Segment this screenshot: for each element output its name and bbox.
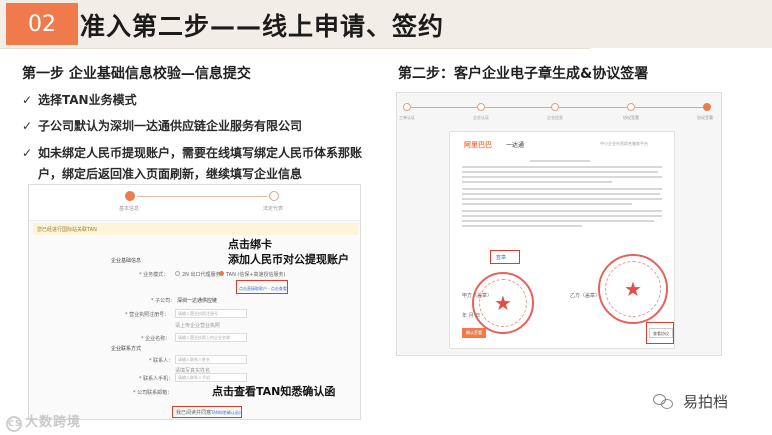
doc-text-line <box>462 203 632 205</box>
reg-no-hint: 请上传企业营业执照 <box>175 323 221 329</box>
watermark-left: CS 大数跨境 <box>6 415 82 432</box>
agreement-document: 阿里巴巴 一达通 中小企业外贸综合服务平台 签章 ★ ★ 甲方（盖章） 乙方（盖… <box>449 131 675 349</box>
notice-banner: 您已经进行国际站关联TAN <box>33 223 358 235</box>
watermark-right: 易拍档 <box>651 388 761 414</box>
signing-step-dot-5 <box>703 103 711 111</box>
mode-option-tan[interactable]: TAN (信保+高速授信服务) <box>226 271 286 278</box>
bullet-item-3: ✓ 如未绑定人民币提现账户，需要在线填写绑定人民币体系那账 <box>22 143 362 164</box>
bullet-item-3-continued: 户，绑定后返回准入页面刷新，继续填写企业信息 <box>38 167 303 181</box>
doc-text-line <box>530 160 590 162</box>
highlight-bind-card <box>236 280 288 294</box>
doc-text-line <box>462 176 662 178</box>
doc-text-line <box>462 215 662 217</box>
check-icon: ✓ <box>22 93 33 107</box>
company-seal-b: ★ <box>598 254 668 324</box>
party-a-label: 甲方（盖章） <box>462 293 493 299</box>
signing-progress-line <box>407 107 711 108</box>
signing-step-dot-2 <box>477 103 485 111</box>
doc-text-line <box>462 181 612 183</box>
reg-no-input[interactable]: 请输入营业执照注册号 <box>175 309 247 318</box>
check-icon: ✓ <box>22 146 33 160</box>
name-input[interactable]: 请输入营业执照上的企业名称 <box>175 333 247 342</box>
section-basic-info: 企业基础信息 <box>111 258 142 264</box>
progress-step-dot-2 <box>269 191 279 201</box>
contact-label: * 联系人： <box>149 358 174 364</box>
callout-bind-card: 点击绑卡 添加人民币对公提现账户 <box>228 238 349 266</box>
contact-input[interactable]: 请输入联系人姓名 <box>175 355 247 364</box>
progress-line <box>137 196 267 197</box>
company-label: * 子公司： <box>151 298 176 304</box>
date-text: 年 月 日 <box>462 313 481 319</box>
doc-text-line <box>462 193 660 195</box>
progress-label-1: 基本信息 <box>119 206 140 212</box>
section-contact: 企业联系方式 <box>111 346 142 352</box>
doc-text-line <box>462 225 582 227</box>
signing-step-dot-3 <box>551 103 559 111</box>
onetouch-logo: 一达通 <box>506 142 525 149</box>
brand-mark-icon: CS <box>6 416 22 432</box>
section-number-badge: 02 <box>6 3 78 45</box>
signing-step-label-5: 协议签署 <box>697 115 713 120</box>
company-value: 深圳一达通供应链 <box>177 298 218 304</box>
mode-radio-tan[interactable] <box>219 271 224 276</box>
alibaba-logo: 阿里巴巴 <box>464 141 492 149</box>
progress-step-dot-1 <box>125 191 135 201</box>
mode-radio-2n[interactable] <box>175 271 180 276</box>
signing-step-dot-1 <box>403 103 411 111</box>
tan-confirm-link[interactable]: 《TAN知悉确认函》 <box>207 410 243 416</box>
left-step-title: 第一步 企业基础信息校验—信息提交 <box>22 66 251 82</box>
view-agreement-button[interactable]: 查看协议 <box>649 328 673 338</box>
agree-label[interactable]: 我已阅读并同意 <box>176 409 211 416</box>
progress-label-2: 法定代表 <box>263 206 284 212</box>
agreement-screenshot: 工单认证 企业认证 企业信息 协议签署 协议签署 阿里巴巴 一达通 中小企业外贸… <box>396 92 722 356</box>
doc-text-line <box>462 188 662 190</box>
doc-text-line <box>462 198 662 200</box>
phone-input[interactable]: 请输入联系人手机 <box>175 373 247 382</box>
phone-label: * 联系人手机： <box>139 376 174 382</box>
signing-step-label-3: 企业信息 <box>547 115 563 120</box>
callout-tan-letter: 点击查看TAN知悉确认函 <box>212 385 336 398</box>
signing-step-label-1: 工单认证 <box>399 115 415 120</box>
mode-option-2n[interactable]: 2N 出口代理服务 <box>182 271 221 278</box>
bullet-item-2: ✓ 子公司默认为深圳一达通供应链企业服务有限公司 <box>22 116 302 137</box>
doc-text-line <box>462 171 658 173</box>
doc-header: 中小企业外贸综合服务平台 <box>600 141 648 146</box>
reg-no-label: * 营业执照注册号： <box>125 312 170 318</box>
page-title: 准入第二步——线上申请、签约 <box>80 12 445 41</box>
doc-text-line <box>462 220 654 222</box>
signing-step-dot-4 <box>627 103 635 111</box>
header-divider <box>0 48 590 49</box>
stamp-button[interactable]: 签章 <box>496 254 506 261</box>
wechat-icon <box>651 391 677 411</box>
party-b-label: 乙方（盖章） <box>570 293 601 299</box>
doc-text-line <box>462 210 662 212</box>
form-progress-bar: 基本信息 法定代表 <box>29 185 360 221</box>
signing-step-label-2: 企业认证 <box>473 115 489 120</box>
signing-step-label-4: 协议签署 <box>623 115 639 120</box>
name-label: * 企业名称： <box>141 336 171 342</box>
doc-text-line <box>462 166 662 168</box>
star-icon: ★ <box>494 291 512 315</box>
email-label: * 公司联系邮箱： <box>133 390 173 396</box>
company-seal-a: ★ <box>472 272 534 334</box>
star-icon: ★ <box>624 277 642 301</box>
check-icon: ✓ <box>22 119 33 133</box>
bullet-item-1: ✓ 选择TAN业务模式 <box>22 90 137 111</box>
mode-label: * 业务模式： <box>139 272 169 278</box>
confirm-sign-button[interactable]: 确认签署 <box>462 328 486 338</box>
right-step-title: 第二步：客户企业电子章生成&协议签署 <box>398 66 649 82</box>
